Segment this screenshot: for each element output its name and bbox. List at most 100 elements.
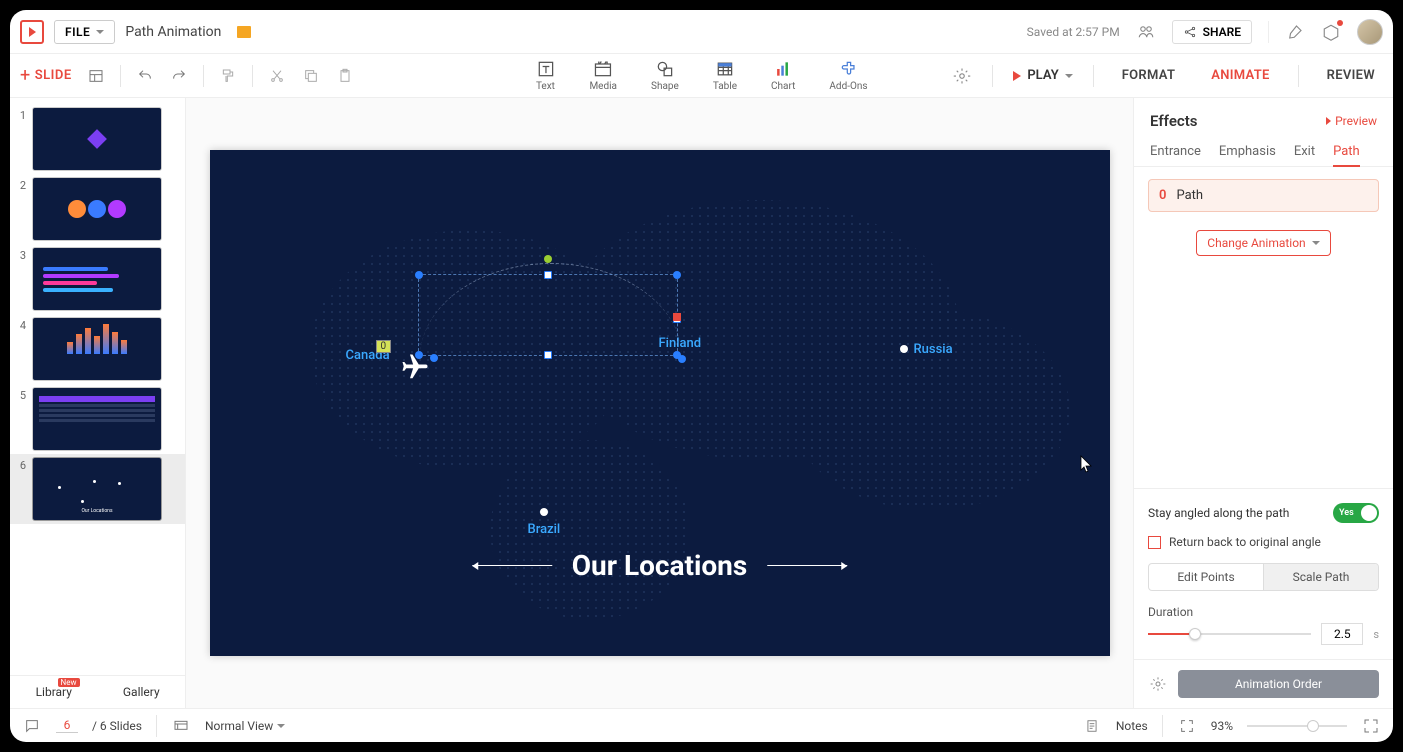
cut-icon[interactable] — [267, 66, 287, 86]
animate-tab[interactable]: ANIMATE — [1203, 56, 1277, 95]
file-label: FILE — [65, 25, 90, 39]
exit-tab[interactable]: Exit — [1294, 138, 1315, 166]
new-badge: New — [58, 678, 80, 687]
airplane-icon[interactable] — [400, 352, 430, 382]
slide-thumb-6[interactable]: 6 Our Locations — [10, 454, 185, 524]
return-back-label: Return back to original angle — [1169, 535, 1321, 549]
slide-canvas[interactable]: Canada Finland Russia Brazil — [210, 150, 1110, 656]
animation-order-button[interactable]: Animation Order — [1178, 670, 1379, 698]
fullscreen-icon[interactable] — [1361, 716, 1381, 736]
rotate-handle[interactable] — [544, 255, 552, 263]
notes-icon[interactable] — [1082, 716, 1102, 736]
slide-title: Our Locations — [472, 549, 848, 582]
duration-input[interactable] — [1321, 623, 1363, 645]
play-label: PLAY — [1027, 68, 1058, 83]
entrance-tab[interactable]: Entrance — [1150, 138, 1201, 166]
effects-title: Effects — [1150, 112, 1197, 130]
settings-icon[interactable] — [1148, 674, 1168, 694]
format-tab[interactable]: FORMAT — [1114, 56, 1184, 95]
location-brazil: Brazil — [528, 508, 561, 537]
current-slide-number[interactable]: 6 — [56, 718, 78, 733]
slide-thumb-5[interactable]: 5 — [10, 384, 185, 454]
addons-label: Add-Ons — [829, 81, 867, 92]
chevron-down-icon — [96, 30, 104, 34]
add-ons-button[interactable]: Add-Ons — [829, 59, 867, 92]
settings-icon[interactable] — [952, 66, 972, 86]
view-icon[interactable] — [171, 716, 191, 736]
app-logo[interactable] — [20, 20, 44, 44]
path-index: 0 — [1159, 188, 1166, 203]
duration-slider[interactable] — [1148, 633, 1311, 635]
path-tab[interactable]: Path — [1333, 138, 1360, 167]
insert-media-button[interactable]: Media — [589, 59, 617, 92]
path-label: Path — [1176, 188, 1203, 203]
thumb-number: 5 — [14, 387, 26, 402]
share-label: SHARE — [1203, 25, 1241, 39]
brush-icon[interactable] — [1285, 22, 1305, 42]
notification-icon[interactable] — [1321, 22, 1341, 42]
return-back-checkbox[interactable]: Return back to original angle — [1148, 535, 1379, 549]
insert-text-button[interactable]: Text — [535, 59, 555, 92]
chevron-down-icon — [1312, 241, 1320, 245]
slide-thumb-1[interactable]: 1 — [10, 104, 185, 174]
library-tab[interactable]: Library New — [10, 676, 98, 708]
insert-shape-button[interactable]: Shape — [651, 59, 679, 92]
paint-format-icon[interactable] — [218, 66, 238, 86]
chart-label: Chart — [771, 81, 795, 92]
insert-chart-button[interactable]: Chart — [771, 59, 795, 92]
preview-button[interactable]: Preview — [1326, 114, 1377, 128]
comments-icon[interactable] — [22, 716, 42, 736]
folder-icon[interactable] — [237, 26, 251, 38]
undo-icon[interactable] — [135, 66, 155, 86]
emphasis-tab[interactable]: Emphasis — [1219, 138, 1276, 166]
toggle-yes-label: Yes — [1339, 508, 1354, 518]
slide-thumb-2[interactable]: 2 — [10, 174, 185, 244]
thumb-number: 4 — [14, 317, 26, 332]
checkbox-icon — [1148, 536, 1161, 549]
share-button[interactable]: SHARE — [1172, 20, 1252, 44]
stay-angled-toggle[interactable]: Yes — [1333, 503, 1379, 523]
file-menu[interactable]: FILE — [54, 20, 115, 44]
total-slides: / 6 Slides — [92, 719, 142, 733]
play-button[interactable]: PLAY — [1013, 68, 1072, 83]
fit-icon[interactable] — [1177, 716, 1197, 736]
thumb-number: 2 — [14, 177, 26, 192]
thumb-number: 6 — [14, 457, 26, 472]
end-point-icon[interactable] — [673, 313, 681, 321]
slide-thumbnails[interactable]: 1 2 3 4 — [10, 98, 185, 675]
slide-thumb-3[interactable]: 3 — [10, 244, 185, 314]
add-slide-button[interactable]: + SLIDE — [20, 65, 72, 86]
paste-icon[interactable] — [335, 66, 355, 86]
insert-table-button[interactable]: Table — [713, 59, 737, 92]
review-tab[interactable]: REVIEW — [1319, 56, 1383, 95]
change-animation-button[interactable]: Change Animation — [1196, 230, 1330, 256]
selection-box[interactable] — [418, 274, 678, 356]
thumb-number: 3 — [14, 247, 26, 262]
text-label: Text — [536, 81, 555, 92]
view-mode[interactable]: Normal View — [205, 719, 285, 733]
redo-icon[interactable] — [169, 66, 189, 86]
table-label: Table — [713, 81, 737, 92]
path-animation-item[interactable]: 0 Path — [1148, 179, 1379, 212]
scale-path-button[interactable]: Scale Path — [1264, 564, 1378, 590]
collaborators-icon[interactable] — [1136, 22, 1156, 42]
stay-angled-label: Stay angled along the path — [1148, 506, 1289, 520]
gallery-tab[interactable]: Gallery — [98, 676, 186, 708]
zoom-slider[interactable] — [1247, 725, 1347, 727]
chevron-down-icon — [277, 724, 285, 728]
duration-unit: s — [1373, 628, 1379, 641]
play-icon — [1013, 71, 1021, 81]
slide-thumb-4[interactable]: 4 — [10, 314, 185, 384]
saved-status: Saved at 2:57 PM — [1027, 25, 1120, 39]
location-russia: Russia — [894, 342, 953, 357]
user-avatar[interactable] — [1357, 19, 1383, 45]
start-anchor[interactable] — [430, 354, 438, 362]
thumb-number: 1 — [14, 107, 26, 122]
edit-points-button[interactable]: Edit Points — [1149, 564, 1264, 590]
notes-button[interactable]: Notes — [1116, 719, 1148, 733]
copy-icon[interactable] — [301, 66, 321, 86]
add-slide-label: SLIDE — [35, 68, 72, 83]
plus-icon: + — [20, 65, 31, 86]
layout-icon[interactable] — [86, 66, 106, 86]
chevron-down-icon — [1065, 74, 1073, 78]
